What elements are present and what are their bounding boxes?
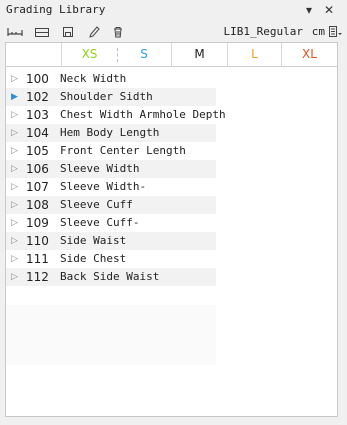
row-number: 108 bbox=[26, 198, 49, 212]
row-number: 110 bbox=[26, 234, 49, 248]
size-header: XS S M L XL bbox=[6, 43, 337, 67]
unit-label[interactable]: cm bbox=[312, 25, 325, 38]
list-item[interactable]: ▷ 110 Side Waist bbox=[6, 232, 216, 250]
minimize-button[interactable]: ▾ bbox=[302, 3, 316, 17]
row-name: Back Side Waist bbox=[60, 270, 160, 283]
expand-arrow-icon[interactable]: ▷ bbox=[11, 160, 18, 178]
row-name: Neck Width bbox=[60, 72, 127, 85]
expand-arrow-icon[interactable]: ▷ bbox=[11, 70, 18, 88]
size-tab-xs[interactable]: XS bbox=[61, 43, 117, 66]
row-number: 111 bbox=[26, 252, 49, 266]
list-empty-area bbox=[6, 305, 216, 365]
list-item[interactable]: ▷ 111 Side Chest bbox=[6, 250, 216, 268]
row-name: Shoulder Sidth bbox=[60, 90, 153, 103]
row-name: Chest Width Armhole Depth bbox=[60, 108, 226, 121]
list-item[interactable]: ▷ 100 Neck Width bbox=[6, 70, 216, 88]
row-name: Front Center Length bbox=[60, 144, 186, 157]
row-name: Side Chest bbox=[60, 252, 127, 265]
library-name: LIB1_Regular bbox=[223, 25, 303, 38]
measurement-list: ▷ 100 Neck Width ▶ 102 Shoulder Sidth ▷ 103 Ches… bbox=[6, 70, 226, 286]
window-title: Grading Library bbox=[6, 3, 106, 16]
menu-list-icon[interactable] bbox=[327, 24, 343, 40]
size-header-blank bbox=[6, 43, 61, 66]
trash-icon[interactable] bbox=[110, 24, 126, 40]
row-number: 105 bbox=[26, 144, 49, 158]
expand-arrow-icon[interactable]: ▷ bbox=[11, 268, 18, 286]
row-name: Sleeve Width bbox=[60, 162, 140, 175]
row-name: Sleeve Cuff- bbox=[60, 216, 140, 229]
size-tab-l[interactable]: L bbox=[227, 43, 281, 66]
grading-panel: XS S M L XL ▷ 100 Neck Width ▶ 102 Shoulder S… bbox=[5, 42, 338, 417]
rectangle-icon[interactable] bbox=[34, 24, 50, 40]
row-name: Sleeve Width- bbox=[60, 180, 147, 193]
row-number: 102 bbox=[26, 90, 49, 104]
list-item[interactable]: ▷ 105 Front Center Length bbox=[6, 142, 216, 160]
row-number: 109 bbox=[26, 216, 49, 230]
expand-arrow-icon[interactable]: ▷ bbox=[11, 250, 18, 268]
list-item[interactable]: ▷ 104 Hem Body Length bbox=[6, 124, 216, 142]
list-item[interactable]: ▷ 103 Chest Width Armhole Depth bbox=[6, 106, 226, 124]
size-tab-m[interactable]: M bbox=[171, 43, 227, 66]
row-number: 100 bbox=[26, 72, 49, 86]
list-item[interactable]: ▷ 108 Sleeve Cuff bbox=[6, 196, 216, 214]
row-number: 104 bbox=[26, 126, 49, 140]
row-name: Hem Body Length bbox=[60, 126, 160, 139]
list-item[interactable]: ▷ 107 Sleeve Width- bbox=[6, 178, 216, 196]
size-tab-s[interactable]: S bbox=[117, 43, 171, 66]
list-item[interactable]: ▶ 102 Shoulder Sidth bbox=[6, 88, 216, 106]
row-number: 103 bbox=[26, 108, 49, 122]
row-number: 107 bbox=[26, 180, 49, 194]
close-button[interactable]: ✕ bbox=[322, 3, 336, 17]
size-tab-xl[interactable]: XL bbox=[281, 43, 337, 66]
pencil-icon[interactable] bbox=[86, 24, 102, 40]
row-number: 106 bbox=[26, 162, 49, 176]
expand-arrow-icon[interactable]: ▷ bbox=[11, 178, 18, 196]
list-item[interactable]: ▷ 112 Back Side Waist bbox=[6, 268, 216, 286]
row-name: Sleeve Cuff bbox=[60, 198, 133, 211]
expand-arrow-icon[interactable]: ▷ bbox=[11, 214, 18, 232]
row-name: Side Waist bbox=[60, 234, 127, 247]
toolbar: LIB1_Regular cm bbox=[0, 22, 347, 42]
ruler-icon[interactable] bbox=[6, 24, 23, 40]
expand-arrow-icon[interactable]: ▶ bbox=[11, 88, 18, 106]
expand-arrow-icon[interactable]: ▷ bbox=[11, 106, 18, 124]
expand-arrow-icon[interactable]: ▷ bbox=[11, 232, 18, 250]
row-number: 112 bbox=[26, 270, 49, 284]
expand-arrow-icon[interactable]: ▷ bbox=[11, 196, 18, 214]
save-icon[interactable] bbox=[60, 24, 76, 40]
expand-arrow-icon[interactable]: ▷ bbox=[11, 142, 18, 160]
list-item[interactable]: ▷ 106 Sleeve Width bbox=[6, 160, 216, 178]
title-bar: Grading Library ▾ ✕ bbox=[0, 0, 347, 20]
list-item[interactable]: ▷ 109 Sleeve Cuff- bbox=[6, 214, 216, 232]
expand-arrow-icon[interactable]: ▷ bbox=[11, 124, 18, 142]
